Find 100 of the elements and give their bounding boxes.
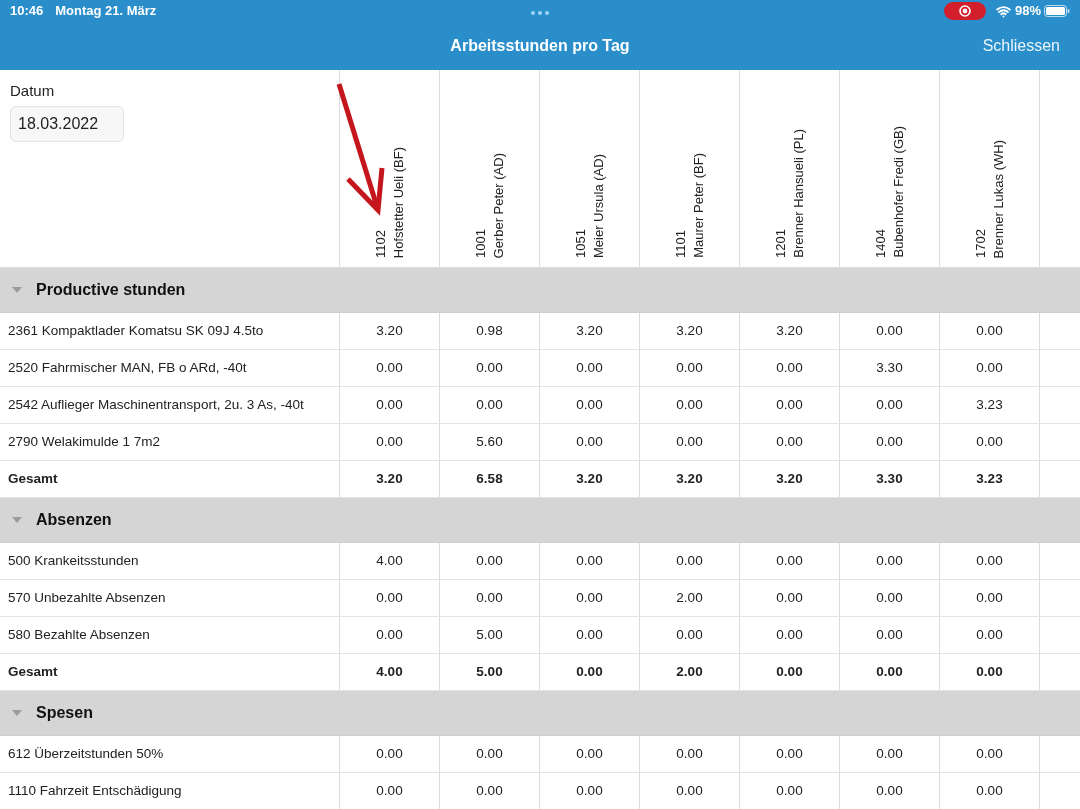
hours-value: 3.20 (676, 321, 703, 340)
employee-name: Gerber Peter (AD) (490, 152, 507, 258)
hours-value: 0.00 (576, 358, 603, 377)
row-label: 612 Überzeitstunden 50% (8, 744, 164, 763)
hours-value: 0.00 (676, 781, 703, 800)
total-value: 6.58 (476, 469, 503, 488)
hours-value: 0.00 (976, 781, 1003, 800)
hours-value: 0.00 (476, 588, 503, 607)
hours-value: 0.00 (976, 358, 1003, 377)
column-header[interactable]: 1051 Meier Ursula (AD) (540, 70, 640, 267)
status-time: 10:46 (10, 2, 44, 21)
section-header[interactable]: Productive stunden (0, 268, 1080, 313)
employee-name: Bubenhofer Fredi (GB) (890, 126, 907, 258)
row-label: 2790 Welakimulde 1 7m2 (8, 432, 161, 451)
hours-value: 0.00 (776, 551, 803, 570)
hours-value: 0.00 (876, 781, 903, 800)
hours-value: 0.00 (976, 321, 1003, 340)
section-title: Absenzen (36, 510, 112, 530)
hours-value: 0.00 (776, 358, 803, 377)
hours-value: 3.20 (376, 321, 403, 340)
total-label: Gesamt (8, 469, 58, 488)
recording-indicator-icon[interactable] (943, 2, 986, 20)
hours-value: 0.00 (576, 395, 603, 414)
total-value: 3.20 (676, 469, 703, 488)
hours-value: 0.00 (876, 432, 903, 451)
section-header[interactable]: Absenzen (0, 498, 1080, 543)
employee-number: 1404 (872, 229, 889, 258)
hours-value: 0.00 (876, 321, 903, 340)
hours-value: 0.00 (976, 432, 1003, 451)
hours-value: 0.00 (876, 395, 903, 414)
hours-value: 0.00 (876, 588, 903, 607)
hours-value: 0.00 (776, 625, 803, 644)
status-date: Montag 21. März (55, 2, 157, 21)
hours-value: 0.00 (476, 395, 503, 414)
hours-value: 2.00 (676, 588, 703, 607)
column-header[interactable]: 1702 Brenner Lukas (WH) (940, 70, 1040, 267)
hours-value: 0.00 (476, 358, 503, 377)
hours-value: 0.00 (776, 432, 803, 451)
row-label: 500 Krankeitsstunden (8, 551, 139, 570)
hours-value: 0.00 (376, 781, 403, 800)
total-value: 5.00 (476, 662, 503, 681)
hours-value: 0.00 (876, 551, 903, 570)
employee-number: 1101 (672, 230, 689, 258)
employee-name: Brenner Lukas (WH) (990, 139, 1007, 258)
row-label: 2361 Kompaktlader Komatsu SK 09J 4.5to (8, 321, 264, 340)
hours-value: 5.60 (476, 432, 503, 451)
hours-value: 0.00 (576, 432, 603, 451)
row-label: 1110 Fahrzeit Entschädigung (8, 781, 182, 800)
wifi-icon (995, 3, 1011, 19)
hours-value: 0.00 (976, 625, 1003, 644)
hours-value: 0.00 (976, 744, 1003, 763)
hours-value: 0.00 (976, 588, 1003, 607)
column-header[interactable]: 1101 Maurer Peter (BF) (640, 70, 740, 267)
multitasking-dots-icon[interactable] (531, 11, 549, 15)
hours-value: 0.00 (776, 395, 803, 414)
row-label: 580 Bezahlte Absenzen (8, 625, 150, 644)
hours-value: 0.00 (776, 781, 803, 800)
hours-value: 0.00 (676, 395, 703, 414)
hours-value: 0.00 (376, 358, 403, 377)
caret-down-icon[interactable] (12, 517, 22, 523)
total-value: 3.20 (376, 469, 403, 488)
hours-value: 0.00 (676, 358, 703, 377)
employee-name: Meier Ursula (AD) (590, 154, 607, 258)
section-title: Productive stunden (36, 280, 186, 300)
caret-down-icon[interactable] (12, 287, 22, 293)
hours-value: 0.00 (476, 744, 503, 763)
section-title: Spesen (36, 703, 93, 723)
employee-number: 1201 (772, 229, 789, 258)
hours-value: 0.98 (476, 321, 503, 340)
nav-title: Arbeitsstunden pro Tag (450, 36, 630, 56)
column-header[interactable]: 1001 Gerber Peter (AD) (440, 70, 540, 267)
hours-value: 0.00 (676, 551, 703, 570)
hours-value: 0.00 (876, 625, 903, 644)
total-value: 2.00 (676, 662, 703, 681)
hours-value: 3.30 (876, 358, 903, 377)
total-label: Gesamt (8, 662, 58, 681)
column-header[interactable]: 1102 Hofstetter Ueli (BF) (340, 70, 440, 267)
total-value: 3.23 (976, 469, 1003, 488)
hours-value: 4.00 (376, 551, 403, 570)
hours-value: 0.00 (676, 744, 703, 763)
date-label: Datum (10, 81, 55, 101)
battery-percent: 98% (1014, 2, 1041, 21)
hours-value: 0.00 (476, 551, 503, 570)
total-value: 3.20 (576, 469, 603, 488)
employee-number: 1051 (572, 229, 589, 258)
column-header[interactable]: 1201 Brenner Hansueli (PL) (740, 70, 840, 267)
caret-down-icon[interactable] (12, 710, 22, 716)
employee-number: 1102 (372, 230, 389, 258)
employee-number: 1001 (472, 229, 489, 258)
total-value: 3.20 (776, 469, 803, 488)
total-value: 0.00 (776, 662, 803, 681)
employee-number: 1702 (972, 229, 989, 258)
hours-value: 5.00 (476, 625, 503, 644)
date-field[interactable]: 18.03.2022 (10, 105, 124, 142)
hours-value: 3.20 (776, 321, 803, 340)
section-header[interactable]: Spesen (0, 691, 1080, 736)
row-label: 570 Unbezahlte Absenzen (8, 588, 166, 607)
hours-value: 0.00 (376, 625, 403, 644)
hours-value: 0.00 (376, 395, 403, 414)
column-header[interactable]: 1404 Bubenhofer Fredi (GB) (840, 70, 940, 267)
